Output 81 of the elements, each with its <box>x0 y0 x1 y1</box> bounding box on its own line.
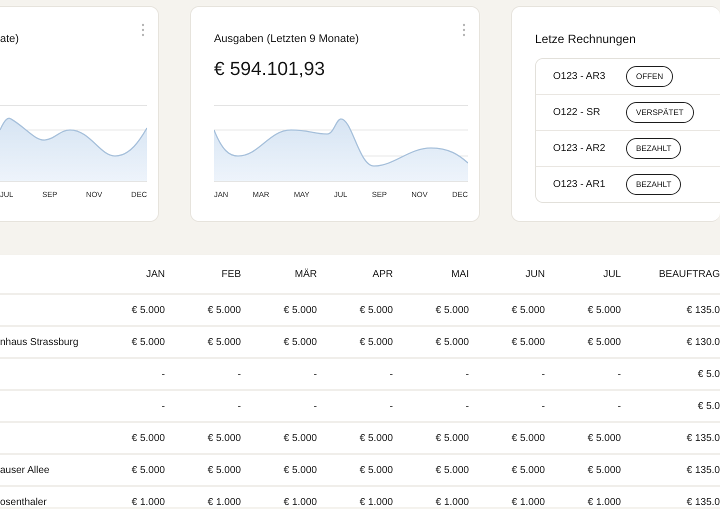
table-cell-text: € 5.000 <box>282 464 317 476</box>
table-cell-text: € 5.000 <box>586 464 621 476</box>
table-cell-text: € 5.000 <box>206 304 241 316</box>
table-cell-text: - <box>464 368 469 380</box>
table-cell-text: € 135.0 <box>686 496 720 508</box>
more-options-icon[interactable] <box>141 23 145 37</box>
invoice-number: O122 - SR <box>553 107 602 118</box>
table-cell-text: € 5.000 <box>434 432 469 444</box>
table-cell-text: - <box>388 368 393 380</box>
table-cell-text: € 5.000 <box>130 432 165 444</box>
status-badge: OFFEN <box>626 66 674 87</box>
status-badge: BEZAHLT <box>626 138 682 159</box>
table-cell-text: € 1.000 <box>282 496 317 508</box>
table-cell-text: € 5.000 <box>434 464 469 476</box>
table-cell: auser Allee <box>0 464 50 476</box>
column-header: FEB <box>220 268 241 280</box>
table-cell-text: € 1.000 <box>206 496 241 508</box>
table-cell-text: € 5.000 <box>130 304 165 316</box>
table-cell-text: € 1.000 <box>510 496 545 508</box>
table-cell-text: € 5.0 <box>696 368 720 380</box>
table-cell-text: - <box>388 400 393 412</box>
table-cell-text: - <box>160 400 165 412</box>
table-cell-text: - <box>464 400 469 412</box>
table-cell-text: € 5.000 <box>510 336 545 348</box>
table-cell-text: € 5.000 <box>206 432 241 444</box>
table-cell-text: € 5.000 <box>510 464 545 476</box>
column-header: BEAUFTRAG <box>658 268 720 280</box>
table-cell-text: € 5.000 <box>434 304 469 316</box>
table-cell-text: € 5.000 <box>434 336 469 348</box>
table-cell-text: - <box>236 368 241 380</box>
table-cell-text: € 5.000 <box>282 304 317 316</box>
table-cell: osenthaler <box>0 496 47 508</box>
table-cell-text: € 5.000 <box>206 336 241 348</box>
table-cell-text: € 5.000 <box>586 336 621 348</box>
table-cell-text: € 5.0 <box>696 400 720 412</box>
table-cell: nhaus Strassburg <box>0 336 78 348</box>
invoice-number: O123 - AR3 <box>553 71 606 82</box>
table-cell-text: - <box>236 400 241 412</box>
table-cell-text: - <box>540 400 545 412</box>
column-header: MAI <box>450 268 469 280</box>
column-header: APR <box>371 268 393 280</box>
table-cell-text: € 5.000 <box>358 304 393 316</box>
table-cell-text: € 5.000 <box>358 464 393 476</box>
card-title: Letze Rechnungen <box>535 32 637 46</box>
table-cell-text: € 5.000 <box>510 432 545 444</box>
table-cell-text: € 5.000 <box>586 304 621 316</box>
column-header: MÄR <box>294 268 317 280</box>
table-cell-text: € 1.000 <box>358 496 393 508</box>
table-cell-text: € 135.0 <box>686 432 720 444</box>
invoice-number: O123 - AR1 <box>553 179 606 190</box>
card-title: Ausgaben (Letzten 9 Monate) <box>214 33 359 45</box>
table-cell-text: € 135.0 <box>686 464 720 476</box>
table-cell-text: - <box>312 368 317 380</box>
status-badge: VERSPÄTET <box>626 102 694 123</box>
status-badge: BEZAHLT <box>626 174 682 195</box>
more-options-icon[interactable] <box>462 23 466 37</box>
table-cell-text: - <box>616 400 621 412</box>
table-cell-text: € 5.000 <box>206 464 241 476</box>
table-cell-text: € 5.000 <box>358 336 393 348</box>
table-cell-text: € 5.000 <box>130 336 165 348</box>
table-cell-text: - <box>540 368 545 380</box>
table-cell-text: € 1.000 <box>434 496 469 508</box>
invoice-number: O123 - AR2 <box>553 143 606 154</box>
table-cell-text: - <box>616 368 621 380</box>
table-cell-text: € 5.000 <box>282 432 317 444</box>
table-cell-text: € 5.000 <box>130 464 165 476</box>
table-cell-text: € 5.000 <box>510 304 545 316</box>
table-cell-text: € 130.0 <box>686 336 720 348</box>
table-cell-text: € 5.000 <box>586 432 621 444</box>
total-amount: € 594.101,93 <box>214 59 325 80</box>
table-cell-text: € 1.000 <box>586 496 621 508</box>
table-cell-text: € 5.000 <box>358 432 393 444</box>
column-header: JUN <box>524 268 545 280</box>
table-cell-text: € 5.000 <box>282 336 317 348</box>
column-header: JAN <box>145 268 165 280</box>
card-title: ate) <box>0 33 19 45</box>
table-cell-text: - <box>160 368 165 380</box>
table-cell-text: € 135.0 <box>686 304 720 316</box>
table-cell-text: - <box>312 400 317 412</box>
column-header: JUL <box>602 268 621 280</box>
table-cell-text: € 1.000 <box>130 496 165 508</box>
